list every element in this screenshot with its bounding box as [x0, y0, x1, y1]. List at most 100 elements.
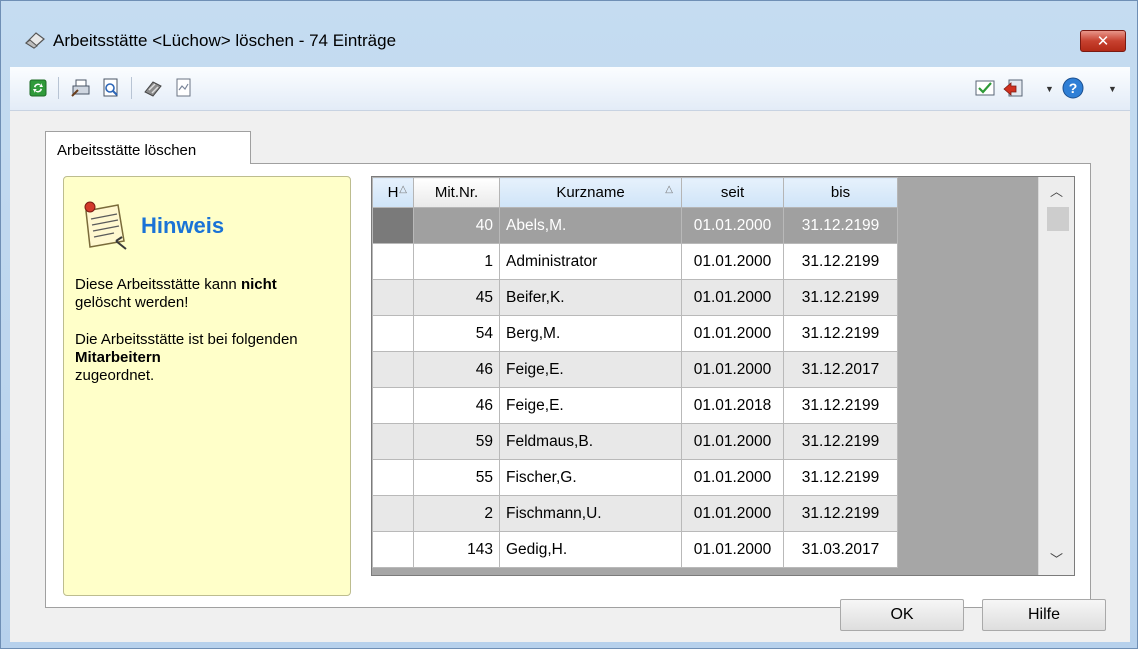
cell-mitnr[interactable]: 40 — [413, 207, 500, 244]
cell-kurzname[interactable]: Abels,M. — [499, 207, 682, 244]
print-setup-icon[interactable] — [69, 76, 93, 100]
row-indicator-cell[interactable] — [372, 387, 414, 424]
hint-line1-post: gelöscht werden! — [75, 294, 189, 311]
table-row[interactable]: 46 Feige,E. 01.01.2000 31.12.2017 — [372, 351, 898, 388]
cell-mitnr[interactable]: 1 — [413, 243, 500, 280]
hint-text: Diese Arbeitsstätte kann nicht gelöscht w… — [75, 276, 345, 404]
cell-mitnr[interactable]: 143 — [413, 531, 500, 568]
cell-seit[interactable]: 01.01.2018 — [681, 387, 784, 424]
table-row[interactable]: 40 Abels,M. 01.01.2000 31.12.2199 — [372, 207, 898, 244]
hint-line2-post: zugeordnet. — [75, 367, 155, 384]
header-row: H △ Mit.Nr. Kurzname △ seit bis — [372, 177, 898, 208]
employee-grid[interactable]: H △ Mit.Nr. Kurzname △ seit bis 40 Abels… — [371, 176, 1075, 576]
cell-kurzname[interactable]: Fischmann,U. — [499, 495, 682, 532]
tab-panel: Hinweis Diese Arbeitsstätte kann nicht ge… — [45, 163, 1091, 608]
column-header-h[interactable]: H △ — [372, 177, 414, 208]
row-indicator-cell[interactable] — [372, 243, 414, 280]
scroll-thumb[interactable] — [1047, 207, 1069, 231]
dialog-window: Arbeitsstätte <Lüchow> löschen - 74 Eint… — [0, 0, 1138, 649]
cell-mitnr[interactable]: 55 — [413, 459, 500, 496]
cell-bis[interactable]: 31.12.2017 — [783, 351, 898, 388]
column-header-mitnr[interactable]: Mit.Nr. — [413, 177, 500, 208]
hint-title: Hinweis — [141, 213, 225, 238]
employee-table: H △ Mit.Nr. Kurzname △ seit bis 40 Abels… — [372, 177, 898, 568]
cell-seit[interactable]: 01.01.2000 — [681, 243, 784, 280]
cell-kurzname[interactable]: Feldmaus,B. — [499, 423, 682, 460]
cell-mitnr[interactable]: 59 — [413, 423, 500, 460]
cell-kurzname[interactable]: Fischer,G. — [499, 459, 682, 496]
tab-delete-workplace[interactable]: Arbeitsstätte löschen — [45, 131, 251, 164]
print-preview-icon[interactable] — [99, 76, 123, 100]
cell-bis[interactable]: 31.12.2199 — [783, 495, 898, 532]
cell-mitnr[interactable]: 54 — [413, 315, 500, 352]
scroll-up-icon[interactable]: ︿ — [1039, 177, 1074, 207]
cell-kurzname[interactable]: Feige,E. — [499, 387, 682, 424]
exit-icon[interactable] — [1001, 76, 1025, 100]
help-button[interactable]: Hilfe — [982, 599, 1106, 631]
hint-line1-pre: Diese Arbeitsstätte kann — [75, 276, 241, 293]
cell-kurzname[interactable]: Berg,M. — [499, 315, 682, 352]
cell-seit[interactable]: 01.01.2000 — [681, 315, 784, 352]
note-icon — [84, 201, 127, 250]
window-title: Arbeitsstätte <Lüchow> löschen - 74 Eint… — [53, 31, 397, 50]
cell-mitnr[interactable]: 46 — [413, 387, 500, 424]
row-indicator-cell[interactable] — [372, 495, 414, 532]
row-indicator-cell[interactable] — [372, 459, 414, 496]
table-row[interactable]: 54 Berg,M. 01.01.2000 31.12.2199 — [372, 315, 898, 352]
ok-button[interactable]: OK — [840, 599, 964, 631]
cell-kurzname[interactable]: Feige,E. — [499, 351, 682, 388]
cell-seit[interactable]: 01.01.2000 — [681, 279, 784, 316]
cell-seit[interactable]: 01.01.2000 — [681, 531, 784, 568]
cell-bis[interactable]: 31.03.2017 — [783, 531, 898, 568]
cell-kurzname[interactable]: Gedig,H. — [499, 531, 682, 568]
row-indicator-cell[interactable] — [372, 207, 414, 244]
cell-bis[interactable]: 31.12.2199 — [783, 387, 898, 424]
column-header-seit[interactable]: seit — [681, 177, 784, 208]
cell-seit[interactable]: 01.01.2000 — [681, 423, 784, 460]
table-row[interactable]: 46 Feige,E. 01.01.2018 31.12.2199 — [372, 387, 898, 424]
table-row[interactable]: 59 Feldmaus,B. 01.01.2000 31.12.2199 — [372, 423, 898, 460]
help-dropdown-icon[interactable]: ▼ — [1108, 84, 1117, 94]
cell-bis[interactable]: 31.12.2199 — [783, 459, 898, 496]
report-icon[interactable] — [172, 76, 196, 100]
close-button[interactable]: ✕ — [1080, 30, 1126, 52]
cell-seit[interactable]: 01.01.2000 — [681, 495, 784, 532]
table-row[interactable]: 45 Beifer,K. 01.01.2000 31.12.2199 — [372, 279, 898, 316]
cell-seit[interactable]: 01.01.2000 — [681, 207, 784, 244]
column-header-h-label: H — [387, 184, 399, 201]
cell-kurzname[interactable]: Beifer,K. — [499, 279, 682, 316]
row-indicator-cell[interactable] — [372, 315, 414, 352]
cell-mitnr[interactable]: 46 — [413, 351, 500, 388]
column-header-kurzname[interactable]: Kurzname △ — [499, 177, 682, 208]
sort-ascending-icon: △ — [399, 184, 407, 195]
cell-mitnr[interactable]: 2 — [413, 495, 500, 532]
cell-kurzname[interactable]: Administrator — [499, 243, 682, 280]
cell-seit[interactable]: 01.01.2000 — [681, 459, 784, 496]
cell-bis[interactable]: 31.12.2199 — [783, 243, 898, 280]
vertical-scrollbar[interactable]: ︿ ﹀ — [1038, 177, 1074, 575]
hint-line2-pre: Die Arbeitsstätte ist bei folgenden — [75, 331, 298, 348]
refresh-icon[interactable] — [26, 76, 50, 100]
cell-bis[interactable]: 31.12.2199 — [783, 315, 898, 352]
help-icon[interactable]: ? — [1061, 76, 1085, 100]
cell-seit[interactable]: 01.01.2000 — [681, 351, 784, 388]
export-icon[interactable] — [142, 76, 166, 100]
checklist-icon[interactable] — [973, 76, 997, 100]
table-row[interactable]: 2 Fischmann,U. 01.01.2000 31.12.2199 — [372, 495, 898, 532]
row-indicator-cell[interactable] — [372, 351, 414, 388]
row-indicator-cell[interactable] — [372, 423, 414, 460]
column-header-bis[interactable]: bis — [783, 177, 898, 208]
row-indicator-cell[interactable] — [372, 531, 414, 568]
row-indicator-cell[interactable] — [372, 279, 414, 316]
cell-bis[interactable]: 31.12.2199 — [783, 279, 898, 316]
eraser-icon — [25, 32, 45, 49]
cell-bis[interactable]: 31.12.2199 — [783, 423, 898, 460]
table-row[interactable]: 143 Gedig,H. 01.01.2000 31.03.2017 — [372, 531, 898, 568]
table-row[interactable]: 55 Fischer,G. 01.01.2000 31.12.2199 — [372, 459, 898, 496]
cell-mitnr[interactable]: 45 — [413, 279, 500, 316]
cell-bis[interactable]: 31.12.2199 — [783, 207, 898, 244]
scroll-down-icon[interactable]: ﹀ — [1039, 545, 1074, 575]
table-row[interactable]: 1 Administrator 01.01.2000 31.12.2199 — [372, 243, 898, 280]
exit-dropdown-icon[interactable]: ▼ — [1045, 84, 1054, 94]
toolbar-separator — [131, 77, 132, 99]
